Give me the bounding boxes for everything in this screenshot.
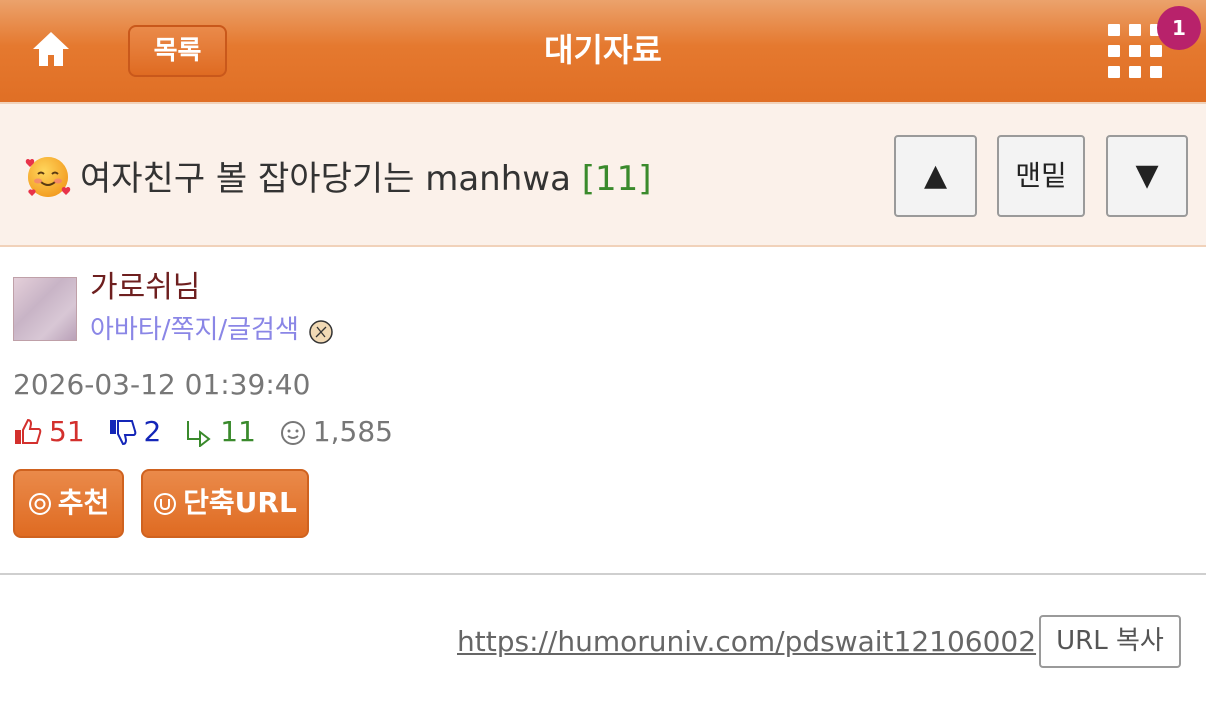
short-url-icon: [154, 493, 177, 515]
scroll-down-button[interactable]: ▼: [1106, 135, 1188, 217]
post-date: 2026-03-12 01:39:40: [13, 368, 311, 401]
short-url-button[interactable]: 단축URL: [141, 469, 309, 538]
avatar[interactable]: [13, 277, 77, 341]
post-title-bar: 여자친구 볼 잡아당기는 manhwa [11] ▲ 맨밑 ▼: [0, 102, 1206, 247]
recommend-button[interactable]: 추천: [13, 469, 124, 538]
views-count: 1,585: [312, 415, 393, 448]
notification-badge: 1: [1157, 6, 1201, 50]
divider: [0, 573, 1206, 575]
dislikes-stat: 2: [108, 412, 162, 452]
scroll-up-button[interactable]: ▲: [894, 135, 977, 217]
post-url-link[interactable]: https://humoruniv.com/pdswait12106002: [457, 622, 1036, 662]
post-title: 여자친구 볼 잡아당기는 manhwa [11]: [24, 152, 652, 203]
post-title-text: 여자친구 볼 잡아당기는 manhwa: [80, 159, 571, 199]
smiley-views-icon: [280, 421, 305, 445]
replies-count: 11: [220, 415, 256, 448]
thumbs-up-icon: [15, 418, 42, 444]
smiling-face-with-hearts-icon: [25, 157, 71, 197]
reply-arrow-icon: [187, 421, 211, 449]
likes-stat: 51: [13, 412, 85, 452]
top-header: 목록 대기자료 1: [0, 0, 1206, 102]
likes-count: 51: [49, 415, 85, 448]
author-links[interactable]: 아바타/쪽지/글검색: [90, 312, 299, 348]
post-stats: 51 2 11 1,585: [13, 412, 407, 452]
dislikes-count: 2: [143, 415, 162, 448]
member-level-icon: [309, 320, 333, 344]
scroll-bottom-button[interactable]: 맨밑: [997, 135, 1085, 217]
board-title: 대기자료: [544, 31, 662, 69]
comment-count[interactable]: [11]: [582, 159, 652, 199]
grid-menu-icon[interactable]: [1108, 24, 1162, 78]
author-name[interactable]: 가로쉬님: [90, 268, 200, 308]
thumbs-down-icon: [109, 420, 136, 446]
recommend-icon: [28, 493, 51, 515]
recommend-label: 추천: [57, 486, 110, 519]
replies-stat: 11: [184, 412, 256, 452]
copy-url-button[interactable]: URL 복사: [1039, 615, 1181, 668]
short-url-label: 단축URL: [183, 486, 297, 519]
views-stat: 1,585: [279, 412, 393, 452]
